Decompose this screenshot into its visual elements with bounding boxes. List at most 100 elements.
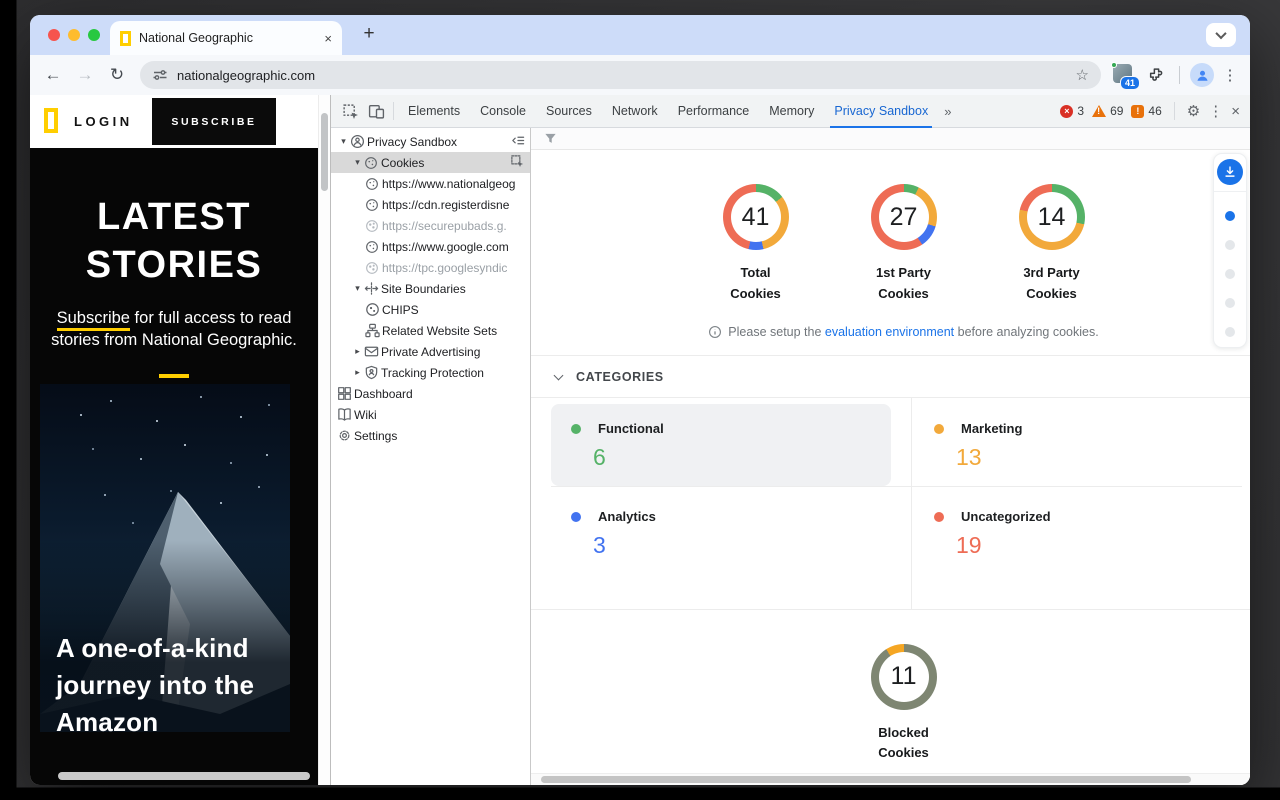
devtools-hscrollbar-thumb[interactable] [541,776,1191,783]
tree-expand-arrow-down[interactable]: ▾ [351,157,364,168]
devtools-close-button[interactable]: × [1231,103,1240,120]
forward-button[interactable]: → [72,62,98,88]
category-card-functional[interactable]: Functional 6 [551,404,891,486]
rail-page-dot-1[interactable] [1225,240,1235,250]
devtools-tab-network[interactable]: Network [602,95,668,128]
inspect-icon[interactable] [510,154,527,171]
settings-icon [337,428,354,444]
back-button[interactable]: ← [40,62,66,88]
devtools-tab-performance[interactable]: Performance [668,95,760,128]
browser-tab[interactable]: National Geographic × [110,21,342,55]
login-button[interactable]: LOGIN [74,114,133,129]
browser-menu-button[interactable]: ⋮ [1220,66,1240,84]
tree-item-privacy-sandbox[interactable]: ▾Privacy Sandbox [331,131,530,152]
natgeo-logo-icon[interactable] [44,108,58,133]
devtools-menu-button[interactable]: ⋮ [1208,102,1223,120]
tree-item-label: CHIPS [382,303,419,317]
category-card-uncategorized[interactable]: Uncategorized19 [911,492,1231,574]
category-card-analytics[interactable]: Analytics3 [551,492,891,574]
category-count: 6 [593,444,606,471]
tree-item-chips[interactable]: CHIPS [331,299,530,320]
tab-search-button[interactable] [1206,23,1236,47]
devtools-tab-elements[interactable]: Elements [398,95,470,128]
setup-note: Please setup the evaluation environment … [544,325,1250,339]
tree-expand-arrow-right[interactable]: ▸ [351,346,364,357]
privacy-sandbox-icon [350,134,367,150]
devtools-tab-memory[interactable]: Memory [759,95,824,128]
story-title: A one-of-a-kind journey into the Amazon [56,630,254,732]
tab-close-icon[interactable]: × [324,31,332,46]
reload-button[interactable]: ↻ [104,62,130,88]
donut-3rd-party-cookies: 143rd PartyCookies [1006,184,1098,305]
page-scrollbar-track[interactable] [318,95,330,785]
filter-funnel-icon[interactable] [543,131,558,146]
rail-page-dot-3[interactable] [1225,298,1235,308]
issues-counter[interactable]: ! 46 [1131,104,1161,118]
tree-item-https-securepubads-g[interactable]: https://securepubads.g. [331,215,530,236]
info-icon [708,325,722,339]
rail-page-dot-2[interactable] [1225,269,1235,279]
tree-item-cookies[interactable]: ▾Cookies [331,152,530,173]
tree-item-label: https://tpc.googlesyndic [382,261,507,275]
more-tabs-button[interactable]: » [938,104,956,119]
fullscreen-window-button[interactable] [88,29,100,41]
tree-expand-arrow-down[interactable]: ▾ [351,283,364,294]
devtools-settings-button[interactable]: ⚙ [1187,102,1200,120]
extensions-puzzle-button[interactable] [1143,62,1169,88]
psat-extension-button[interactable]: 41 [1111,62,1137,88]
console-warnings[interactable]: 69 [1092,104,1123,118]
tree-item-dashboard[interactable]: Dashboard [331,383,530,404]
devtools-hscrollbar-track[interactable] [531,773,1250,785]
tree-item-label: Settings [354,429,397,443]
browser-toolbar: ← → ↻ nationalgeographic.com ☆ 41 [30,55,1250,95]
wiki-icon [337,407,354,423]
tree-item-wiki[interactable]: Wiki [331,404,530,425]
category-card-marketing[interactable]: Marketing13 [911,404,1231,486]
profile-avatar[interactable] [1190,63,1214,87]
tree-expand-arrow-down[interactable]: ▾ [337,136,350,147]
rail-page-dot-0[interactable] [1225,211,1235,221]
tree-item-tracking-protection[interactable]: ▸Tracking Protection [331,362,530,383]
collapse-panel-icon[interactable] [510,133,527,150]
inspect-element-button[interactable] [337,98,363,124]
donut-ring: 11 [871,644,937,710]
address-bar[interactable]: nationalgeographic.com ☆ [140,61,1101,89]
new-tab-button[interactable]: + [356,23,382,45]
tree-item-https-tpc-googlesyndic[interactable]: https://tpc.googlesyndic [331,257,530,278]
minimize-window-button[interactable] [68,29,80,41]
url-text[interactable]: nationalgeographic.com [177,68,1067,83]
hero-subtitle-rest: for full access to read [130,309,291,327]
tree-item-https-www-google-com[interactable]: https://www.google.com [331,236,530,257]
hero-title-line1: LATEST [30,194,318,242]
subscribe-button[interactable]: SUBSCRIBE [152,98,276,145]
close-window-button[interactable] [48,29,60,41]
tree-expand-arrow-right[interactable]: ▸ [351,367,364,378]
story-card[interactable]: A one-of-a-kind journey into the Amazon [40,384,290,732]
devtools-tab-privacy-sandbox[interactable]: Privacy Sandbox [824,95,938,128]
tree-item-private-advertising[interactable]: ▸Private Advertising [331,341,530,362]
donut-value: 11 [871,644,937,710]
tree-item-related-website-sets[interactable]: Related Website Sets [331,320,530,341]
tree-item-site-boundaries[interactable]: ▾Site Boundaries [331,278,530,299]
site-settings-icon[interactable] [152,67,168,83]
tree-item-settings[interactable]: Settings [331,425,530,446]
console-errors[interactable]: × 3 [1060,104,1084,118]
category-name: Functional [598,421,664,436]
device-toolbar-button[interactable] [363,98,389,124]
download-report-button[interactable] [1217,159,1243,185]
rail-page-dot-4[interactable] [1225,327,1235,337]
page-horizontal-scrollbar[interactable] [58,772,310,780]
subscribe-link[interactable]: Subscribe [57,309,130,331]
tree-item-https-www-nationalgeog[interactable]: https://www.nationalgeog [331,173,530,194]
categories-header[interactable]: CATEGORIES [555,369,1250,385]
devtools-tab-sources[interactable]: Sources [536,95,602,128]
tree-item-https-cdn-registerdisne[interactable]: https://cdn.registerdisne [331,194,530,215]
note-post: before analyzing cookies. [954,325,1099,339]
devtools-tab-console[interactable]: Console [470,95,536,128]
donut-ring: 14 [1019,184,1085,250]
page-vertical-scrollbar-thumb[interactable] [321,113,328,191]
evaluation-environment-link[interactable]: evaluation environment [825,325,954,339]
bookmark-star-icon[interactable]: ☆ [1076,66,1089,84]
cookie-icon [365,218,382,234]
private-advertising-icon [364,344,381,360]
